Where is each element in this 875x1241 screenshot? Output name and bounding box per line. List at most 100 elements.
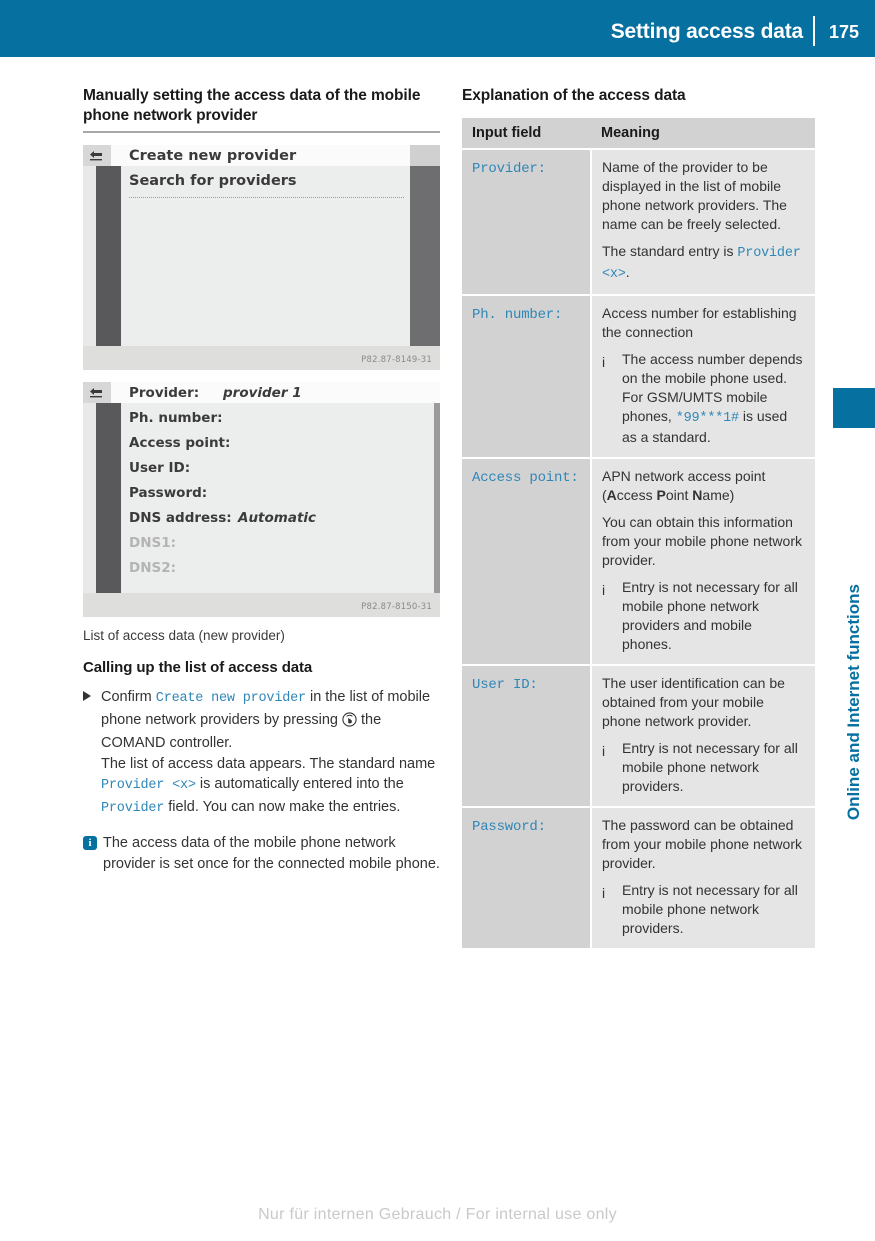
right-column: Explanation of the access data Input fie… bbox=[462, 86, 815, 950]
standard-entry-text: The standard entry is bbox=[602, 243, 738, 259]
field-value-dns-address[interactable]: Automatic bbox=[238, 510, 316, 526]
info-icon: i bbox=[602, 354, 606, 370]
left-note: i The access data of the mobile phone ne… bbox=[83, 833, 440, 874]
comand-content-area bbox=[121, 166, 410, 346]
access-data-table: Input field Meaning Provider: Name of th… bbox=[462, 118, 815, 950]
meaning-standard-entry: The standard entry is Provider <x>. bbox=[602, 242, 805, 284]
step-code-provider-x: Provider <x> bbox=[101, 778, 196, 793]
field-name-provider: Provider: bbox=[472, 161, 546, 177]
cell-meaning-provider: Name of the provider to be displayed in … bbox=[591, 149, 815, 296]
right-section-title: Explanation of the access data bbox=[462, 87, 686, 104]
comand-right-panel-2 bbox=[434, 403, 440, 593]
field-label-password[interactable]: Password: bbox=[129, 485, 207, 501]
step-text-4: The list of access data appears. The sta… bbox=[101, 755, 436, 772]
back-arrow-icon bbox=[83, 145, 111, 166]
cell-field-user-id: User ID: bbox=[462, 665, 592, 808]
cell-field-provider: Provider: bbox=[462, 149, 592, 296]
cell-note: i Entry is not necessary for all mobile p… bbox=[602, 578, 805, 654]
field-label-ph-number[interactable]: Ph. number: bbox=[129, 410, 223, 426]
field-label-user-id[interactable]: User ID: bbox=[129, 460, 190, 476]
header-title: Setting access data bbox=[610, 20, 803, 43]
menu-divider bbox=[129, 197, 404, 198]
cell-field-password: Password: bbox=[462, 807, 592, 950]
field-value-provider[interactable]: provider 1 bbox=[223, 385, 302, 401]
left-section-title: Manually setting the access data of the … bbox=[83, 87, 421, 124]
column-header-meaning: Meaning bbox=[591, 118, 815, 150]
meaning-paragraph-apn: APN network access point (Access Point N… bbox=[602, 468, 766, 503]
field-name-ph-number: Ph. number: bbox=[472, 307, 563, 323]
table-row: Ph. number: Access number for establishi… bbox=[462, 295, 815, 459]
left-sub-title: Calling up the list of access data bbox=[83, 659, 313, 676]
acronym-letter-a: A bbox=[606, 487, 617, 503]
cell-note-pre: Entry is not necessary for all mobile ph… bbox=[622, 740, 798, 794]
cell-note-pre: Entry is not necessary for all mobile ph… bbox=[622, 882, 798, 936]
manual-page: Setting access data 175 Online and Inter… bbox=[0, 0, 875, 1241]
comand-left-panel bbox=[96, 166, 121, 346]
cell-field-access-point: Access point: bbox=[462, 458, 592, 666]
info-icon: i bbox=[602, 582, 606, 598]
cell-meaning-password: The password can be obtained from your m… bbox=[591, 807, 815, 950]
standard-entry-tail: . bbox=[625, 264, 630, 280]
cell-meaning-user-id: The user identification can be obtained … bbox=[591, 665, 815, 808]
comand-right-panel bbox=[410, 166, 440, 346]
cell-meaning-ph-number: Access number for establishing the conne… bbox=[591, 295, 815, 459]
step-code-create-new-provider: Create new provider bbox=[155, 691, 306, 706]
comand-controller-icon bbox=[342, 711, 357, 734]
field-label-dns2: DNS2: bbox=[129, 560, 177, 576]
info-icon: i bbox=[602, 743, 606, 759]
chapter-tab-marker bbox=[833, 388, 875, 428]
table-row: Provider: Name of the provider to be dis… bbox=[462, 149, 815, 296]
table-header-row: Input field Meaning bbox=[462, 118, 815, 150]
page-number: 175 bbox=[828, 22, 859, 42]
column-header-input-field: Input field bbox=[462, 118, 591, 150]
left-note-text: The access data of the mobile phone netw… bbox=[103, 835, 440, 872]
back-arrow-icon-2 bbox=[83, 382, 111, 403]
acronym-letter-p: P bbox=[656, 487, 666, 503]
step-code-provider: Provider bbox=[101, 800, 165, 816]
field-name-password: Password: bbox=[472, 819, 546, 835]
figure-2-code: P82.87-8150-31 bbox=[361, 602, 432, 612]
comand-top-right-box bbox=[410, 145, 440, 166]
meaning-paragraph: Name of the provider to be displayed in … bbox=[602, 159, 787, 232]
comand-left-panel-2 bbox=[96, 403, 121, 593]
menu-item-search-for-providers[interactable]: Search for providers bbox=[129, 173, 297, 189]
triangle-bullet-icon bbox=[83, 691, 91, 701]
table-row: User ID: The user identification can be … bbox=[462, 665, 815, 808]
meaning-paragraph: The password can be obtained from your m… bbox=[602, 817, 802, 871]
meaning-paragraph: You can obtain this information from you… bbox=[602, 514, 802, 568]
field-label-provider[interactable]: Provider: bbox=[129, 385, 199, 401]
field-label-dns-address[interactable]: DNS address: bbox=[129, 510, 232, 526]
field-name-access-point: Access point: bbox=[472, 470, 579, 486]
step-item: Confirm Create new provider in the list … bbox=[83, 687, 440, 819]
meaning-paragraph: The user identification can be obtained … bbox=[602, 675, 785, 729]
cell-note: i The access number depends on the mobile… bbox=[602, 350, 805, 447]
chapter-title-label: Online and Internet functions bbox=[844, 583, 863, 820]
acronym-letter-n: N bbox=[692, 487, 703, 503]
cell-note: i Entry is not necessary for all mobile p… bbox=[602, 881, 805, 938]
cell-field-ph-number: Ph. number: bbox=[462, 295, 592, 459]
cell-note-code: *99***1# bbox=[675, 411, 739, 426]
figure-1-code: P82.87-8149-31 bbox=[361, 355, 432, 365]
field-name-user-id: User ID: bbox=[472, 677, 538, 693]
left-column: Manually setting the access data of the … bbox=[83, 86, 440, 874]
figure-access-data-list: Provider: provider 1 Ph. number: Access … bbox=[83, 382, 440, 617]
step-text-1: Confirm bbox=[101, 689, 156, 705]
table-row: Access point: APN network access point (… bbox=[462, 458, 815, 666]
field-label-dns1: DNS1: bbox=[129, 535, 177, 551]
cell-note: i Entry is not necessary for all mobile p… bbox=[602, 739, 805, 796]
meaning-paragraph: Access number for establishing the conne… bbox=[602, 305, 797, 340]
cell-meaning-access-point: APN network access point (Access Point N… bbox=[591, 458, 815, 666]
section-rule bbox=[83, 131, 440, 133]
menu-item-create-new-provider[interactable]: Create new provider bbox=[129, 148, 296, 164]
table-row: Password: The password can be obtained f… bbox=[462, 807, 815, 950]
figure-provider-list: Create new provider Search for providers… bbox=[83, 145, 440, 370]
chapter-title-vertical: Online and Internet functions bbox=[833, 440, 875, 820]
figure-caption: List of access data (new provider) bbox=[83, 628, 285, 643]
step-text-6: field. You can now make the entries. bbox=[164, 798, 401, 815]
info-icon: i bbox=[83, 836, 97, 850]
page-footer: Nur für internen Gebrauch / For internal… bbox=[258, 1206, 617, 1223]
field-label-access-point[interactable]: Access point: bbox=[129, 435, 230, 451]
cell-note-pre: Entry is not necessary for all mobile ph… bbox=[622, 579, 798, 652]
step-text-5: is automatically entered into the bbox=[195, 776, 404, 792]
header-divider bbox=[813, 16, 815, 46]
